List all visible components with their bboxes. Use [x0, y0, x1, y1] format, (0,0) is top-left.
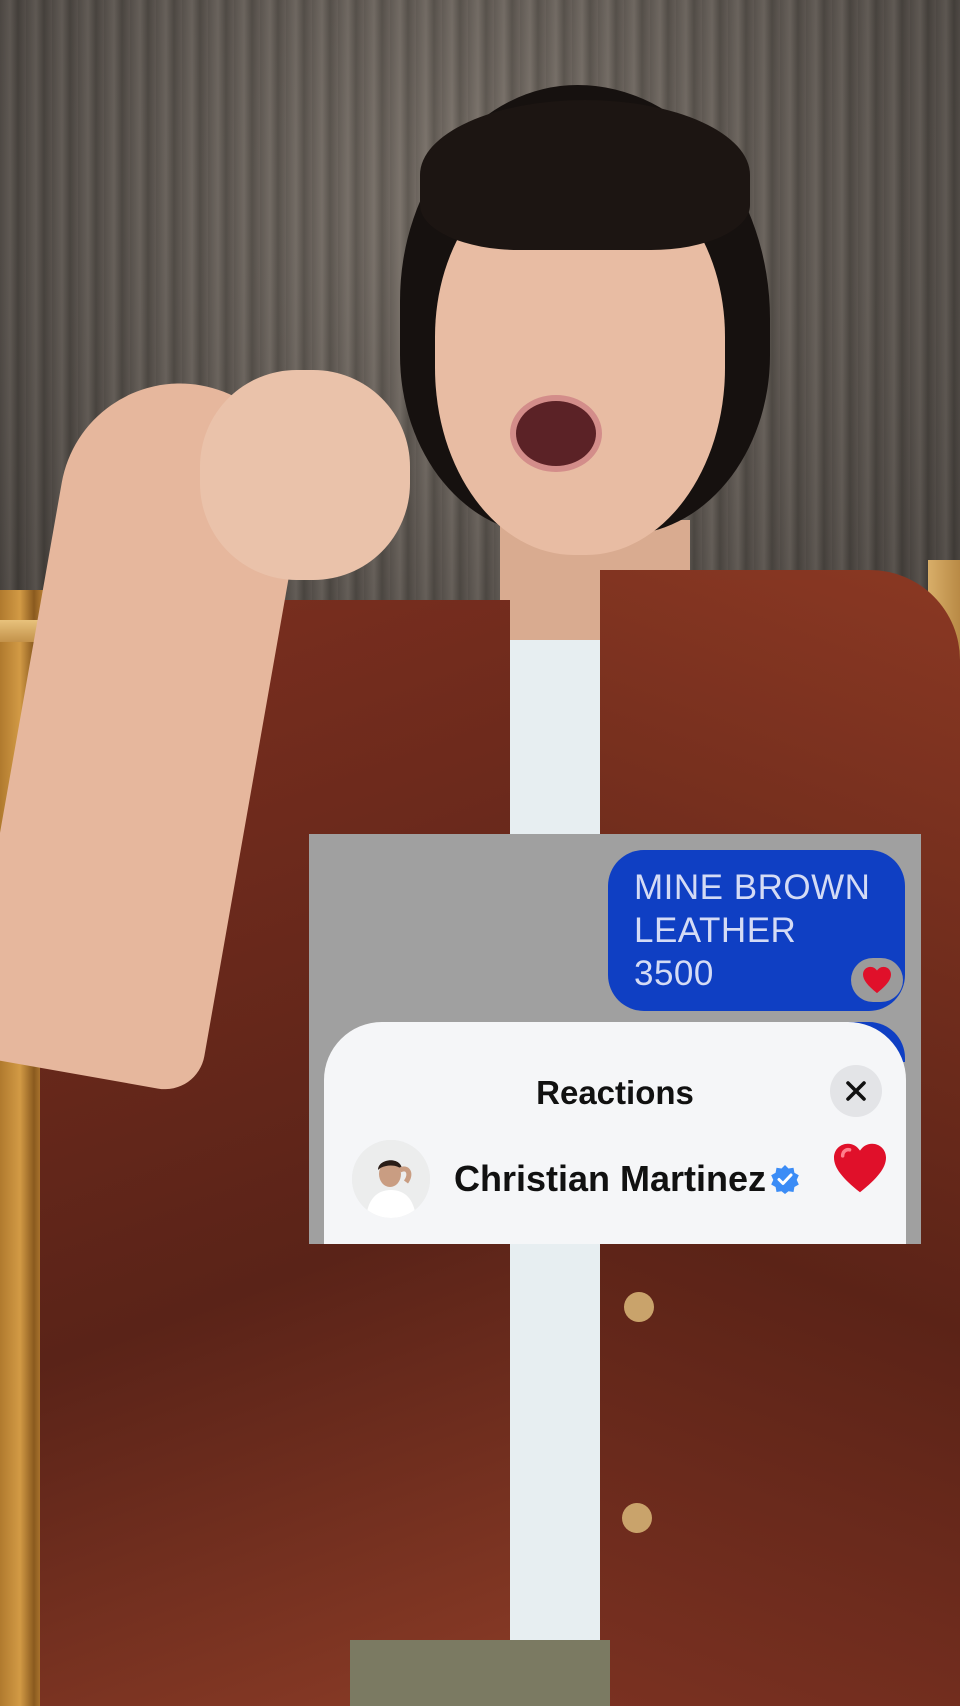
heart-reaction-icon — [832, 1142, 888, 1198]
heart-icon — [863, 966, 891, 994]
person-hand — [200, 370, 410, 580]
dm-screenshot-overlay: MINE BROWN LEATHER 3500 Reactions Christ… — [309, 834, 921, 1244]
close-icon — [846, 1081, 866, 1101]
reaction-user-name[interactable]: Christian Martinez — [454, 1158, 766, 1200]
close-button[interactable] — [830, 1065, 882, 1117]
message-reaction-badge[interactable] — [851, 958, 903, 1002]
reaction-list-item[interactable]: Christian Martinez — [352, 1140, 886, 1220]
sheet-title: Reactions — [536, 1074, 694, 1111]
verified-badge-icon — [770, 1164, 800, 1199]
reactions-sheet: Reactions Christian Martinez — [324, 1022, 906, 1244]
avatar[interactable] — [352, 1140, 430, 1218]
